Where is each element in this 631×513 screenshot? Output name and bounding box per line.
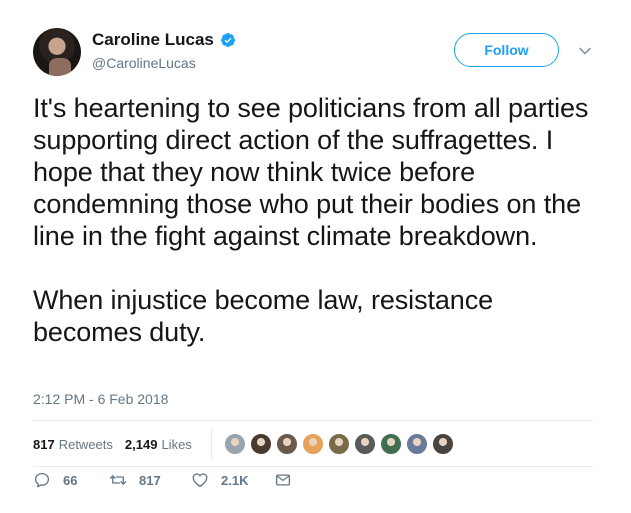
tweet-timestamp[interactable]: 2:12 PM - 6 Feb 2018 xyxy=(33,391,168,407)
retweets-stat[interactable]: 817 Retweets xyxy=(33,437,113,452)
liker-avatar[interactable] xyxy=(223,432,247,456)
retweet-count: 817 xyxy=(139,472,161,488)
direct-message-button[interactable] xyxy=(274,471,292,489)
liker-avatar[interactable] xyxy=(249,432,273,456)
liker-avatar[interactable] xyxy=(353,432,377,456)
liker-avatar[interactable] xyxy=(275,432,299,456)
likes-count: 2,149 xyxy=(124,437,158,452)
liker-avatar[interactable] xyxy=(379,432,403,456)
reply-count: 66 xyxy=(63,472,78,488)
retweets-label: Retweets xyxy=(58,437,113,452)
tweet-text: It's heartening to see politicians from … xyxy=(33,93,589,347)
envelope-icon xyxy=(275,474,291,486)
divider xyxy=(33,466,593,467)
liker-avatar[interactable] xyxy=(327,432,351,456)
stats-separator xyxy=(211,428,212,460)
liker-avatar[interactable] xyxy=(431,432,455,456)
author-handle[interactable]: @CarolineLucas xyxy=(92,54,196,72)
divider xyxy=(33,420,593,421)
chevron-down-icon[interactable] xyxy=(578,44,592,58)
liker-avatars xyxy=(223,432,457,456)
retweets-count: 817 xyxy=(33,437,55,452)
like-button[interactable]: 2.1K xyxy=(191,471,248,489)
verified-badge-icon xyxy=(220,33,235,47)
author-name-row: Caroline Lucas xyxy=(92,30,236,50)
reply-button[interactable]: 66 xyxy=(33,471,77,489)
author-display-name[interactable]: Caroline Lucas xyxy=(92,30,214,50)
like-count: 2.1K xyxy=(221,472,249,488)
retweet-button[interactable]: 817 xyxy=(109,471,161,489)
liker-avatar[interactable] xyxy=(405,432,429,456)
tweet-stats: 817 Retweets 2,149 Likes xyxy=(33,437,204,452)
follow-button[interactable]: Follow xyxy=(454,33,559,67)
retweet-icon xyxy=(109,475,127,485)
author-avatar[interactable] xyxy=(33,28,81,76)
liker-avatar[interactable] xyxy=(301,432,325,456)
reply-icon xyxy=(34,472,50,488)
likes-label: Likes xyxy=(161,437,192,452)
likes-stat[interactable]: 2,149 Likes xyxy=(125,437,192,452)
heart-icon xyxy=(192,473,208,488)
